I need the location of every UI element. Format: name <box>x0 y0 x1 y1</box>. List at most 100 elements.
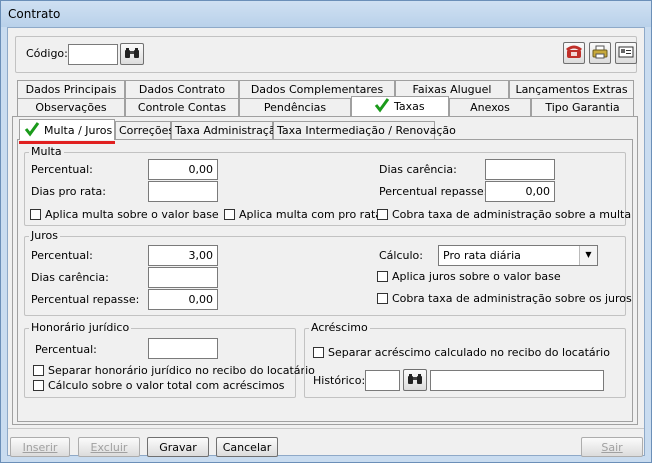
checkmark-icon <box>374 97 390 116</box>
excluir-label: Excluir <box>90 441 128 454</box>
honorario-percentual-input[interactable] <box>148 338 218 359</box>
cancelar-button[interactable]: Cancelar <box>216 437 278 457</box>
contrato-window: Contrato Código: Dados Principais Dados … <box>0 0 652 463</box>
printer-icon <box>592 45 608 62</box>
tab-lancamentos-extras[interactable]: Lançamentos Extras <box>509 80 634 98</box>
juros-percentual-input[interactable]: 3,00 <box>148 245 218 266</box>
id-card-icon <box>618 46 634 61</box>
excluir-button[interactable]: Excluir <box>78 437 140 457</box>
acrescimo-historico-code-input[interactable] <box>365 370 400 391</box>
juros-percentual-repasse-input[interactable]: 0,00 <box>148 289 218 310</box>
juros-taxa-adm-checkbox[interactable]: Cobra taxa de administração sobre os jur… <box>377 292 632 305</box>
tab-anexos[interactable]: Anexos <box>449 98 531 116</box>
phone-button[interactable] <box>563 42 585 64</box>
gravar-button[interactable]: Gravar <box>147 437 209 457</box>
checkbox-box[interactable] <box>377 271 388 282</box>
acrescimo-historico-label: Histórico: <box>313 374 366 387</box>
acrescimo-separar-label: Separar acréscimo calculado no recibo do… <box>328 346 610 359</box>
honorario-separar-checkbox[interactable]: Separar honorário jurídico no recibo do … <box>33 364 315 377</box>
checkbox-box[interactable] <box>313 347 324 358</box>
acrescimo-group: Acréscimo Separar acréscimo calculado no… <box>304 321 626 398</box>
checkbox-box[interactable] <box>377 209 388 220</box>
card-button[interactable] <box>615 42 637 64</box>
dropdown-arrow-icon[interactable]: ▼ <box>579 246 597 265</box>
multa-juros-panel: Multa Percentual: 0,00 Dias pro rata: Di… <box>17 139 633 422</box>
multa-group: Multa Percentual: 0,00 Dias pro rata: Di… <box>24 145 631 226</box>
tab-taxas[interactable]: Taxas <box>351 96 449 116</box>
checkmark-icon <box>24 121 40 140</box>
active-subtab-underline <box>19 141 115 144</box>
acrescimo-separar-checkbox[interactable]: Separar acréscimo calculado no recibo do… <box>313 346 610 359</box>
multa-valor-base-checkbox[interactable]: Aplica multa sobre o valor base <box>30 208 219 221</box>
honorario-percentual-label: Percentual: <box>35 343 97 356</box>
multa-percentual-repasse-label: Percentual repasse: <box>379 185 488 198</box>
subtab-multa-juros-label: Multa / Juros <box>44 124 113 137</box>
juros-percentual-label: Percentual: <box>31 249 93 262</box>
checkbox-box[interactable] <box>30 209 41 220</box>
multa-percentual-label: Percentual: <box>31 163 93 176</box>
multa-dias-pro-rata-input[interactable] <box>148 181 218 202</box>
cancelar-label: Cancelar <box>222 441 272 454</box>
multa-dias-carencia-label: Dias carência: <box>379 163 457 176</box>
search-historico-button[interactable] <box>403 369 427 391</box>
multa-dias-carencia-input[interactable] <box>485 159 555 180</box>
honorario-calculo-checkbox[interactable]: Cálculo sobre o valor total com acréscim… <box>33 379 285 392</box>
multa-percentual-input[interactable]: 0,00 <box>148 159 218 180</box>
acrescimo-historico-desc-input[interactable] <box>430 370 604 391</box>
checkbox-box[interactable] <box>33 380 44 391</box>
window-title: Contrato <box>1 1 651 27</box>
checkbox-box[interactable] <box>33 365 44 376</box>
juros-taxa-adm-label: Cobra taxa de administração sobre os jur… <box>392 292 632 305</box>
codigo-input[interactable] <box>68 44 118 65</box>
juros-title: Juros <box>29 229 60 242</box>
honorario-calculo-label: Cálculo sobre o valor total com acréscim… <box>48 379 285 392</box>
juros-valor-base-label: Aplica juros sobre o valor base <box>392 270 561 283</box>
subtab-taxa-intermediacao[interactable]: Taxa Intermediação / Renovação <box>273 121 456 139</box>
tab-controle-contas[interactable]: Controle Contas <box>125 98 239 116</box>
codigo-label: Código: <box>26 47 68 60</box>
multa-percentual-repasse-input[interactable]: 0,00 <box>485 181 555 202</box>
juros-percentual-repasse-label: Percentual repasse: <box>31 293 140 306</box>
multa-title: Multa <box>29 145 64 158</box>
juros-valor-base-checkbox[interactable]: Aplica juros sobre o valor base <box>377 270 561 283</box>
tab-tipo-garantia[interactable]: Tipo Garantia <box>531 98 634 116</box>
juros-group: Juros Percentual: 3,00 Dias carência: Pe… <box>24 229 632 316</box>
juros-dias-carencia-input[interactable] <box>148 267 218 288</box>
print-button[interactable] <box>589 42 611 64</box>
phone-icon <box>566 45 582 62</box>
multa-taxa-adm-checkbox[interactable]: Cobra taxa de administração sobre a mult… <box>377 208 631 221</box>
honorario-group: Honorário jurídico Percentual: Separar h… <box>24 321 315 398</box>
checkbox-box[interactable] <box>224 209 235 220</box>
multa-pro-rata-checkbox[interactable]: Aplica multa com pro rata <box>224 208 382 221</box>
inserir-button[interactable]: Inserir <box>10 437 70 457</box>
juros-calculo-value: Pro rata diária <box>443 249 521 262</box>
checkbox-box[interactable] <box>377 293 388 304</box>
juros-calculo-label: Cálculo: <box>379 249 423 262</box>
inserir-label: Inserir <box>22 441 58 454</box>
footer-divider <box>8 428 644 429</box>
juros-dias-carencia-label: Dias carência: <box>31 271 109 284</box>
subtab-correcoes[interactable]: Correções <box>115 121 174 139</box>
tab-dados-contrato[interactable]: Dados Contrato <box>125 80 239 98</box>
gravar-label: Gravar <box>159 441 197 454</box>
tab-taxas-label: Taxas <box>394 100 425 113</box>
honorario-title: Honorário jurídico <box>29 321 132 334</box>
multa-valor-base-label: Aplica multa sobre o valor base <box>45 208 219 221</box>
multa-pro-rata-label: Aplica multa com pro rata <box>239 208 382 221</box>
window-client: Código: Dados Principais Dados Contrato … <box>7 27 645 457</box>
subtab-taxa-administracao[interactable]: Taxa Administração <box>171 121 282 139</box>
honorario-separar-label: Separar honorário jurídico no recibo do … <box>48 364 315 377</box>
multa-taxa-adm-label: Cobra taxa de administração sobre a mult… <box>392 208 632 221</box>
sair-button[interactable]: Sair <box>581 437 643 457</box>
acrescimo-title: Acréscimo <box>309 321 370 334</box>
binoculars-icon <box>124 47 140 62</box>
taxas-panel: Multa / Juros Correções Taxa Administraç… <box>12 116 638 425</box>
tab-observacoes[interactable]: Observações <box>17 98 125 116</box>
tab-dados-principais[interactable]: Dados Principais <box>17 80 125 98</box>
header-panel: Código: <box>15 36 637 73</box>
tab-pendencias[interactable]: Pendências <box>239 98 351 116</box>
multa-dias-pro-rata-label: Dias pro rata: <box>31 185 107 198</box>
juros-calculo-select[interactable]: Pro rata diária ▼ <box>438 245 598 266</box>
search-codigo-button[interactable] <box>120 43 144 65</box>
subtab-multa-juros[interactable]: Multa / Juros <box>19 119 115 140</box>
